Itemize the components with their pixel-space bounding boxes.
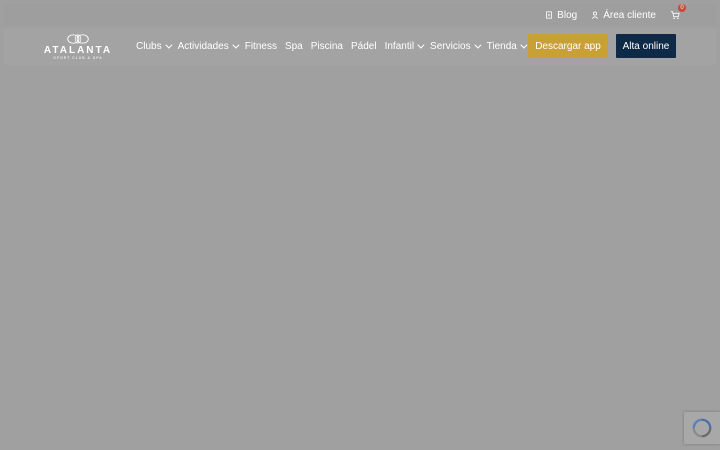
logo-wordmark: ATALANTA — [43, 45, 113, 56]
top-utility-bar: Blog Área cliente 0 — [4, 4, 716, 26]
chevron-down-icon — [474, 41, 482, 49]
blog-label: Blog — [557, 9, 578, 21]
atalanta-logo[interactable]: ATALANTA SPORT CLUB & SPA — [42, 30, 114, 64]
nav-item-label: Tienda — [486, 41, 517, 52]
nav-item-padel[interactable]: Pádel — [347, 41, 381, 52]
blog-icon — [546, 11, 552, 19]
nav-item-tienda[interactable]: Tienda — [483, 41, 529, 52]
chevron-down-icon — [232, 41, 240, 49]
nav-item-label: Infantil — [384, 41, 415, 52]
nav-item-actividades[interactable]: Actividades — [174, 41, 241, 52]
cart-icon — [670, 11, 680, 20]
nav-item-servicios[interactable]: Servicios — [426, 41, 483, 52]
nav-item-fitness[interactable]: Fitness — [241, 41, 281, 52]
nav-item-label: Fitness — [244, 41, 277, 52]
nav-item-label: Spa — [284, 41, 303, 52]
page: Blog Área cliente 0 ATALANTA SPORT CLUB … — [0, 0, 720, 450]
nav-item-infantil[interactable]: Infantil — [381, 41, 426, 52]
nav-item-spa[interactable]: Spa — [281, 41, 307, 52]
download-app-label: Descargar app — [535, 40, 601, 52]
chevron-down-icon — [164, 41, 173, 49]
logo-tagline: SPORT CLUB & SPA — [53, 56, 103, 60]
cart-count-badge: 0 — [678, 4, 686, 12]
logo-mark-icon — [67, 34, 89, 44]
nav-item-label: Actividades — [177, 41, 229, 52]
chevron-down-icon — [520, 41, 528, 49]
main-menu: Clubs Actividades Fitness Spa Piscina Pá… — [132, 28, 529, 65]
recaptcha-icon — [692, 418, 712, 438]
blog-link[interactable]: Blog — [545, 10, 577, 21]
signup-online-button[interactable]: Alta online — [616, 34, 676, 58]
account-link[interactable]: Área cliente — [591, 10, 656, 21]
main-navbar: ATALANTA SPORT CLUB & SPA Clubs Activida… — [4, 28, 716, 65]
recaptcha-badge[interactable] — [684, 412, 720, 444]
nav-item-label: Clubs — [136, 41, 162, 52]
chevron-down-icon — [417, 41, 425, 49]
nav-item-clubs[interactable]: Clubs — [132, 41, 174, 52]
nav-item-label: Pádel — [351, 41, 377, 52]
signup-online-label: Alta online — [622, 40, 670, 52]
download-app-button[interactable]: Descargar app — [528, 34, 608, 58]
nav-item-label: Piscina — [310, 41, 343, 52]
user-icon — [592, 11, 599, 19]
account-label: Área cliente — [603, 9, 656, 21]
nav-item-label: Servicios — [430, 41, 471, 52]
cart-button[interactable]: 0 — [670, 4, 686, 20]
nav-item-piscina[interactable]: Piscina — [307, 41, 347, 52]
modal-overlay[interactable] — [0, 65, 720, 450]
